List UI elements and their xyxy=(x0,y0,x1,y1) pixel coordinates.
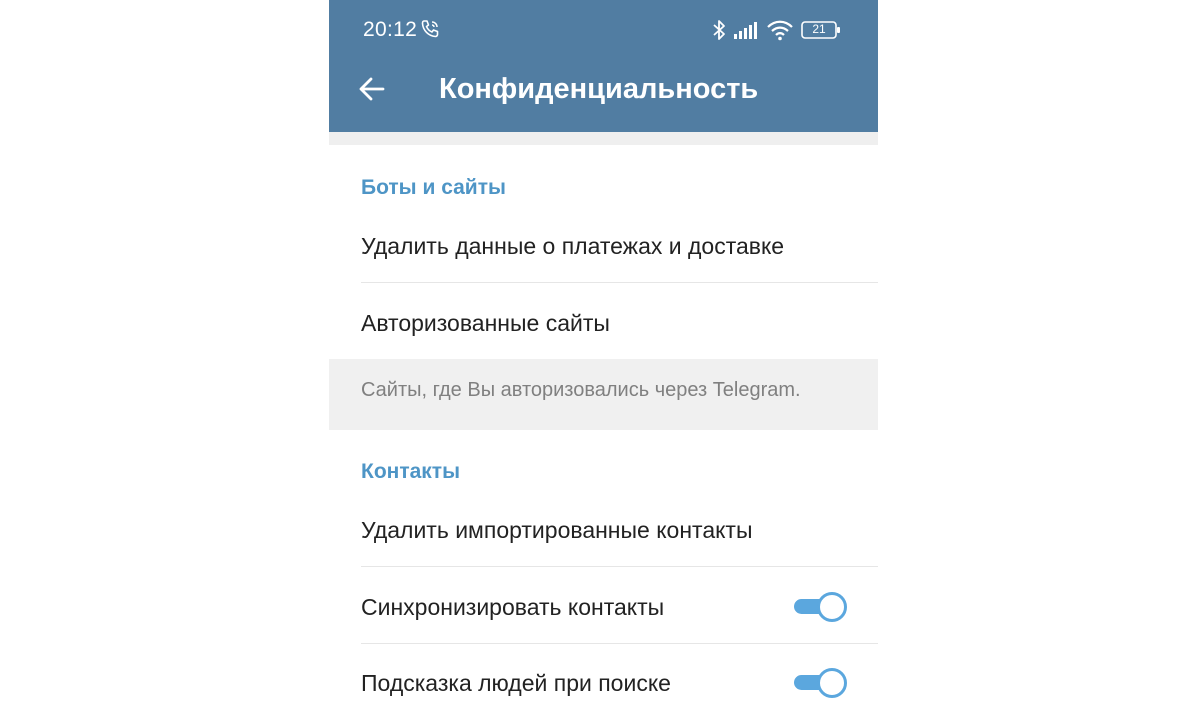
authorized-sites-item[interactable]: Авторизованные сайты xyxy=(329,283,878,359)
wifi-call-icon xyxy=(421,20,439,38)
sync-contacts-toggle[interactable] xyxy=(792,591,847,622)
sync-contacts-item[interactable]: Синхронизировать контакты xyxy=(329,567,878,643)
status-bar: 20:12 21 xyxy=(329,0,878,60)
section-gap xyxy=(329,132,878,145)
battery-level: 21 xyxy=(812,22,826,36)
toggle-knob xyxy=(817,592,847,622)
list-item-label: Подсказка людей при поиске xyxy=(361,670,671,696)
app-bar: 20:12 21 Конфиденциальность xyxy=(329,0,878,132)
back-arrow-icon[interactable] xyxy=(357,74,387,104)
suggest-people-item[interactable]: Подсказка людей при поиске xyxy=(329,644,878,718)
delete-payment-data-item[interactable]: Удалить данные о платежах и доставке xyxy=(329,207,878,282)
list-item-label: Удалить данные о платежах и доставке xyxy=(361,233,785,259)
list-item-label: Авторизованные сайты xyxy=(361,310,610,336)
bluetooth-icon xyxy=(713,20,725,40)
list-item-label: Удалить импортированные контакты xyxy=(361,517,753,543)
section-title-bots: Боты и сайты xyxy=(361,176,506,199)
section-title-contacts: Контакты xyxy=(361,460,461,483)
wifi-icon xyxy=(767,20,793,41)
page-title: Конфиденциальность xyxy=(439,73,759,105)
info-block: Сайты, где Вы авторизовались через Teleg… xyxy=(329,359,878,430)
list-item-label: Синхронизировать контакты xyxy=(361,594,665,620)
toggle-knob xyxy=(817,668,847,698)
suggest-people-toggle[interactable] xyxy=(792,667,847,698)
info-text: Сайты, где Вы авторизовались через Teleg… xyxy=(361,379,801,401)
phone-screen: 20:12 21 Конфиденциальность Боты и сайты… xyxy=(329,0,878,718)
delete-imported-contacts-item[interactable]: Удалить импортированные контакты xyxy=(329,491,878,566)
cellular-signal-icon xyxy=(734,22,757,39)
status-time: 20:12 xyxy=(363,18,418,41)
